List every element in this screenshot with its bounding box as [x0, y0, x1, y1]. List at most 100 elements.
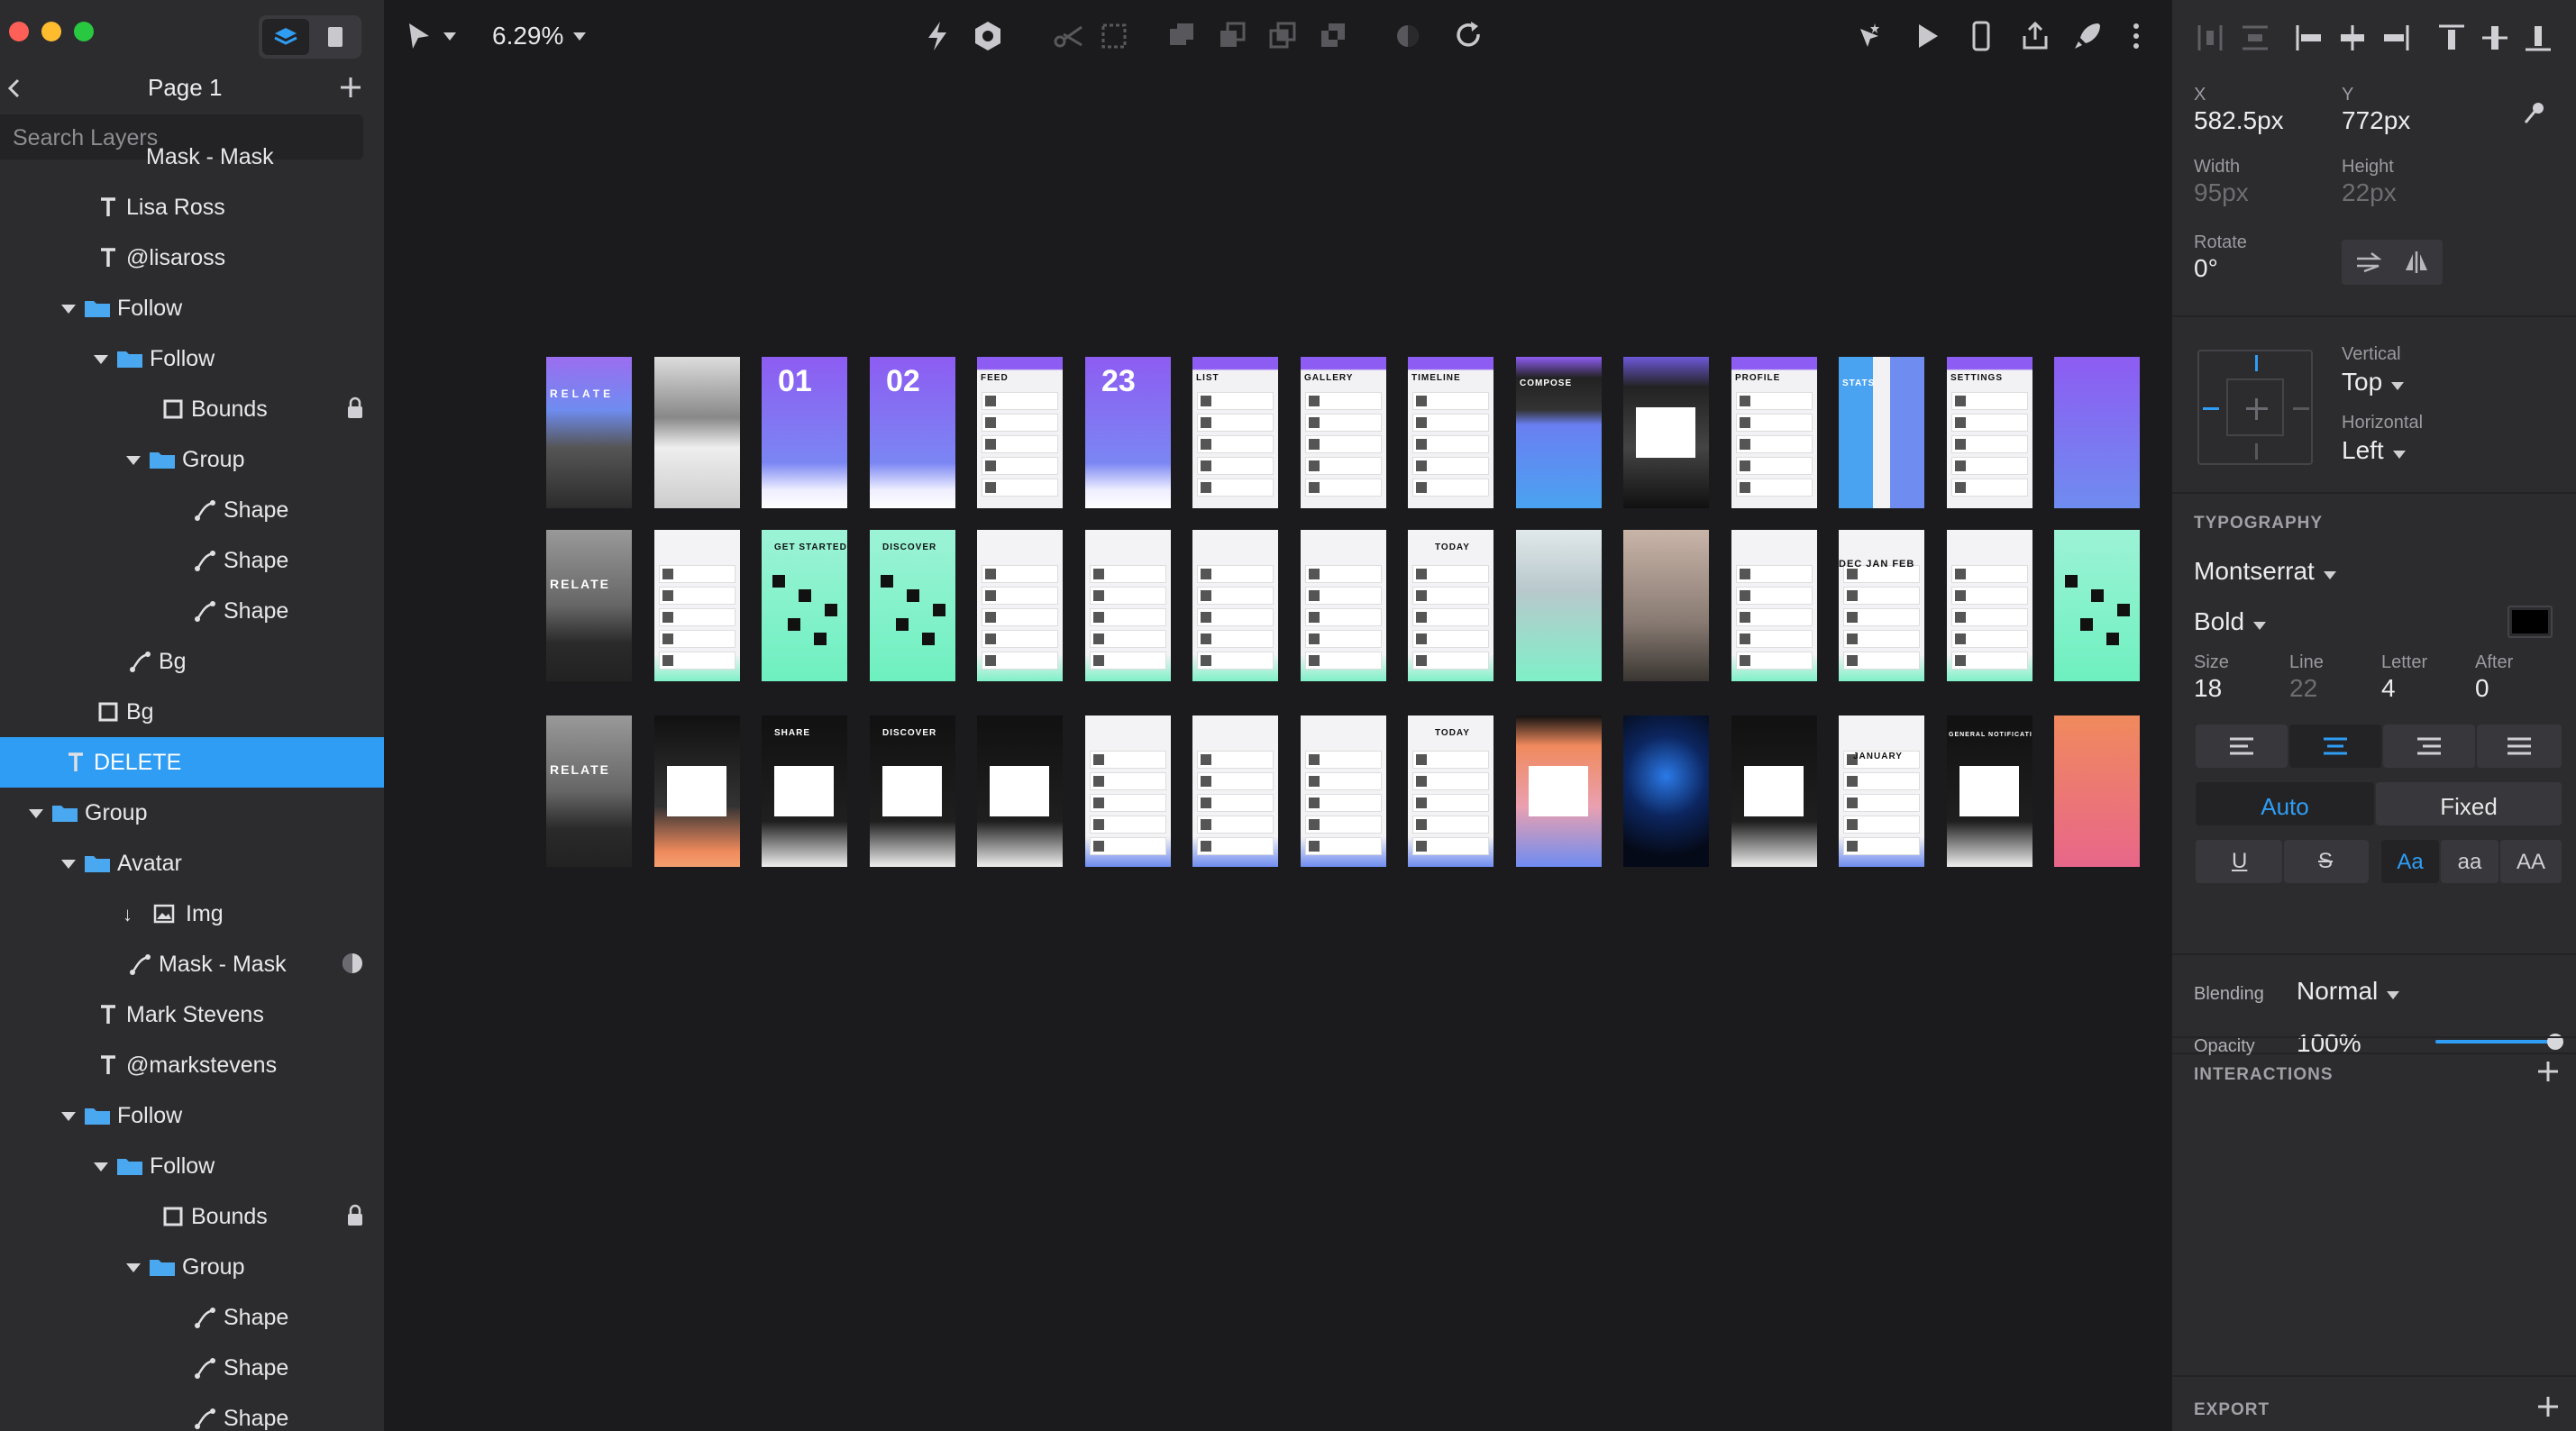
layer-row[interactable]: Follow — [0, 283, 384, 333]
add-page-icon[interactable] — [339, 76, 362, 99]
play-icon[interactable] — [1909, 18, 1945, 54]
layer-row[interactable]: Bg — [0, 687, 384, 737]
align-text-right-button[interactable] — [2383, 725, 2475, 768]
align-center-h-icon[interactable] — [2336, 22, 2369, 54]
expand-triangle-icon[interactable] — [61, 860, 76, 869]
artboard-thumbnail[interactable] — [1731, 530, 1817, 681]
artboard-thumbnail[interactable]: COMPOSE — [1516, 357, 1602, 508]
artboard-thumbnail[interactable]: GET STARTED — [762, 530, 847, 681]
layer-row[interactable]: Follow — [0, 333, 384, 384]
lightning-icon[interactable] — [919, 18, 955, 54]
layer-row[interactable]: Shape — [0, 1292, 384, 1343]
artboard-thumbnail[interactable] — [1947, 530, 2032, 681]
distribute-horizontal-icon[interactable] — [2194, 22, 2226, 54]
chevron-left-icon[interactable] — [5, 77, 23, 99]
lock-icon[interactable] — [345, 396, 365, 420]
font-dropdown[interactable]: Montserrat — [2194, 557, 2336, 586]
transform-icon[interactable] — [1096, 18, 1132, 54]
underline-button[interactable]: U — [2196, 840, 2282, 883]
text-color-swatch[interactable] — [2507, 606, 2553, 638]
assets-tab[interactable] — [311, 19, 358, 55]
artboard-thumbnail[interactable]: DEC JAN FEB — [1839, 530, 1924, 681]
phone-icon[interactable] — [1963, 18, 1999, 54]
layer-row[interactable]: Shape — [0, 1393, 384, 1431]
artboard-thumbnail[interactable] — [654, 530, 740, 681]
layer-row[interactable]: Group — [0, 1242, 384, 1292]
artboard-thumbnail[interactable] — [2054, 530, 2140, 681]
artboard-thumbnail[interactable] — [977, 716, 1063, 867]
align-text-center-button[interactable] — [2289, 725, 2381, 768]
align-right-icon[interactable] — [2380, 22, 2412, 54]
flip-vertical-icon[interactable] — [2403, 249, 2430, 276]
case-upper-button[interactable]: AA — [2500, 840, 2562, 883]
layers-tab[interactable] — [262, 19, 309, 55]
more-icon[interactable] — [2118, 18, 2154, 54]
layer-row[interactable]: Follow — [0, 1090, 384, 1141]
artboard-thumbnail[interactable] — [1623, 357, 1709, 508]
artboard-thumbnail[interactable] — [1301, 530, 1386, 681]
close-window-button[interactable] — [9, 22, 29, 41]
artboard-thumbnail[interactable]: TODAY — [1408, 530, 1494, 681]
case-title-button[interactable]: Aa — [2381, 840, 2439, 883]
layer-row[interactable]: @lisaross — [0, 232, 384, 283]
layer-row[interactable]: Bounds — [0, 1191, 384, 1242]
expand-triangle-icon[interactable] — [61, 305, 76, 314]
artboard-thumbnail[interactable]: 01 — [762, 357, 847, 508]
artboard-thumbnail[interactable]: DISCOVER — [870, 716, 955, 867]
artboard-thumbnail[interactable] — [1192, 530, 1278, 681]
refresh-icon[interactable] — [1451, 18, 1487, 54]
artboard-thumbnail[interactable] — [1192, 716, 1278, 867]
artboard-thumbnail[interactable] — [1731, 716, 1817, 867]
artboard-thumbnail[interactable] — [1516, 716, 1602, 867]
artboard-thumbnail[interactable] — [1085, 530, 1171, 681]
artboard-thumbnail[interactable]: TODAY — [1408, 716, 1494, 867]
pin-icon[interactable] — [2520, 99, 2547, 126]
artboard-thumbnail[interactable]: SETTINGS — [1947, 357, 2032, 508]
expand-triangle-icon[interactable] — [94, 1162, 108, 1171]
auto-size-button[interactable]: Auto — [2196, 782, 2374, 825]
layer-row[interactable]: Bg — [0, 636, 384, 687]
layer-row[interactable]: ↓ Img — [0, 889, 384, 939]
artboard-thumbnail[interactable]: RELATE — [546, 530, 632, 681]
after-field[interactable]: 0 — [2475, 674, 2489, 703]
layer-row[interactable]: Mark Stevens — [0, 989, 384, 1040]
layer-row[interactable]: Shape — [0, 485, 384, 535]
weight-dropdown[interactable]: Bold — [2194, 607, 2267, 636]
layer-row[interactable]: DELETE — [0, 737, 384, 788]
artboard-thumbnail[interactable] — [1085, 716, 1171, 867]
layer-row[interactable]: Mask - Mask — [0, 132, 384, 182]
constraints-widget[interactable] — [2197, 350, 2313, 465]
height-field[interactable]: 22px — [2342, 178, 2397, 207]
fixed-size-button[interactable]: Fixed — [2376, 782, 2562, 825]
distribute-vertical-icon[interactable] — [2239, 22, 2271, 54]
hexagon-icon[interactable] — [970, 18, 1006, 54]
size-field[interactable]: 18 — [2194, 674, 2222, 703]
flip-horizontal-icon[interactable] — [2354, 249, 2381, 276]
zoom-window-button[interactable] — [74, 22, 94, 41]
letter-field[interactable]: 4 — [2381, 674, 2396, 703]
layer-row[interactable]: Avatar — [0, 838, 384, 889]
artboard-thumbnail[interactable]: RELATE — [546, 716, 632, 867]
expand-triangle-icon[interactable] — [61, 1112, 76, 1121]
select-tool-icon[interactable] — [402, 18, 438, 54]
zoom-caret[interactable] — [573, 32, 586, 41]
artboard-thumbnail[interactable]: FEED — [977, 357, 1063, 508]
layer-row[interactable]: Bounds — [0, 384, 384, 434]
align-bottom-icon[interactable] — [2522, 22, 2554, 54]
artboard-thumbnail[interactable] — [1623, 716, 1709, 867]
artboard-thumbnail[interactable]: LIST — [1192, 357, 1278, 508]
layer-row[interactable]: Group — [0, 434, 384, 485]
artboard-thumbnail[interactable]: STATS — [1839, 357, 1924, 508]
mask-icon[interactable] — [341, 952, 364, 975]
layer-row[interactable]: Shape — [0, 535, 384, 586]
scissors-icon[interactable] — [1051, 18, 1087, 54]
expand-triangle-icon[interactable] — [29, 809, 43, 818]
export-icon[interactable] — [2017, 18, 2053, 54]
artboard-thumbnail[interactable]: 23 — [1085, 357, 1171, 508]
strikethrough-button[interactable]: S — [2284, 840, 2369, 883]
artboard-thumbnail[interactable] — [1301, 716, 1386, 867]
layer-row[interactable]: Lisa Ross — [0, 182, 384, 232]
layer-row[interactable]: @markstevens — [0, 1040, 384, 1090]
page-selector[interactable]: Page 1 — [0, 70, 384, 106]
artboard-thumbnail[interactable]: TIMELINE — [1408, 357, 1494, 508]
